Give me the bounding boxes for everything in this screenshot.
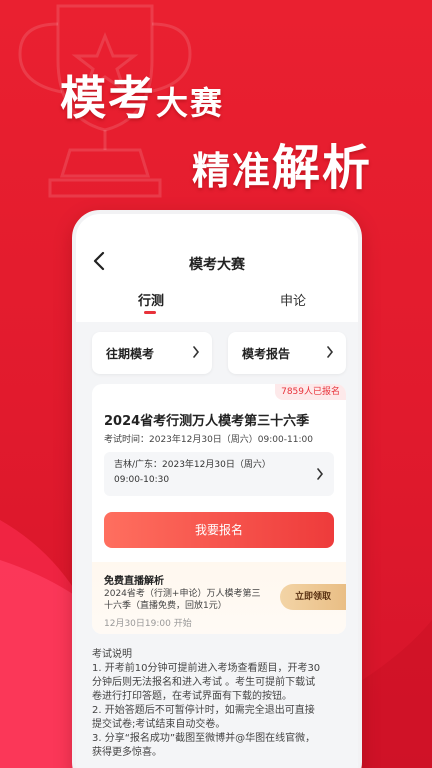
notes-heading: 考试说明 bbox=[92, 649, 132, 660]
past-exams-button[interactable]: 往期模考 bbox=[92, 332, 212, 374]
chevron-right-icon bbox=[193, 346, 200, 358]
promo-line2-small: 精准 bbox=[192, 148, 273, 193]
promo-line2-big: 解析 bbox=[272, 140, 373, 196]
region-schedule-row[interactable]: 吉林/广东：2023年12月30日（周六） 09:00-10:30 bbox=[104, 452, 334, 496]
promo-line1-small: 大赛 bbox=[156, 84, 225, 122]
active-tab-indicator bbox=[144, 311, 156, 314]
promo-headline: 模考大赛 bbox=[60, 62, 224, 128]
live-desc-line1: 2024省考（行测+申论）万人模考第三 bbox=[104, 589, 261, 599]
notes-line: 1. 开考前10分钟可提前进入考场查看题目，开考30 bbox=[92, 663, 321, 674]
past-exams-label: 往期模考 bbox=[106, 347, 155, 361]
live-desc-line2: 十六季（直播免费，回放1元） bbox=[104, 601, 227, 611]
exam-report-label: 模考报告 bbox=[242, 347, 291, 361]
chevron-right-icon bbox=[327, 346, 334, 358]
exam-notes: 考试说明 1. 开考前10分钟可提前进入考场查看题目，开考30 分钟后则无法报名… bbox=[92, 648, 346, 760]
notes-line: 获得更多惊喜。 bbox=[92, 747, 162, 758]
tab-shenlun[interactable]: 申论 bbox=[280, 290, 306, 309]
region-schedule-text: 吉林/广东：2023年12月30日（周六） 09:00-10:30 bbox=[114, 458, 314, 488]
region-line2: 09:00-10:30 bbox=[114, 475, 170, 485]
exam-card: 7859人已报名 2024省考行测万人模考第三十六季 考试时间：2023年12月… bbox=[92, 384, 346, 634]
tab-xingce[interactable]: 行测 bbox=[138, 290, 164, 309]
exam-report-button[interactable]: 模考报告 bbox=[228, 332, 346, 374]
region-line1: 吉林/广东：2023年12月30日（周六） bbox=[114, 460, 271, 470]
app-screen: 模考大赛 行测 申论 往期模考 模考报告 7859人已报名 2024省考行测万人… bbox=[76, 214, 358, 768]
promo-banner: 模考大赛 精准解析 bbox=[0, 0, 432, 200]
notes-line: 3. 分享“报名成功”截图至微博并@华图在线官微， bbox=[92, 733, 316, 744]
live-time: 12月30日19:00 开始 bbox=[104, 619, 192, 629]
signup-button[interactable]: 我要报名 bbox=[104, 512, 334, 548]
live-title: 免费直播解析 bbox=[104, 576, 164, 587]
live-description: 2024省考（行测+申论）万人模考第三 十六季（直播免费，回放1元） bbox=[104, 588, 264, 612]
live-analysis-section: 免费直播解析 2024省考（行测+申论）万人模考第三 十六季（直播免费，回放1元… bbox=[92, 562, 346, 634]
notes-line: 2. 开始答题后不可暂停计时，如需完全退出可直接 bbox=[92, 705, 315, 716]
notes-line: 卷进行打印答题，在考试界面有下载的按钮。 bbox=[92, 691, 292, 702]
exam-time: 考试时间：2023年12月30日（周六）09:00-11:00 bbox=[104, 435, 313, 445]
signup-count-badge: 7859人已报名 bbox=[275, 384, 346, 400]
notes-line: 分钟后则无法报名和进入考试 。考生可提前下载试 bbox=[92, 677, 316, 688]
promo-subheadline: 精准解析 bbox=[192, 128, 372, 198]
promo-line1-big: 模考 bbox=[60, 71, 156, 125]
chevron-right-icon bbox=[317, 468, 324, 480]
notes-line: 提交试卷;考试结束自动交卷。 bbox=[92, 719, 226, 730]
exam-title: 2024省考行测万人模考第三十六季 bbox=[104, 414, 310, 429]
page-title: 模考大赛 bbox=[189, 257, 245, 273]
top-bar: 模考大赛 行测 申论 bbox=[76, 214, 358, 322]
claim-button[interactable]: 立即领取 bbox=[280, 584, 346, 610]
phone-frame: 模考大赛 行测 申论 往期模考 模考报告 7859人已报名 2024省考行测万人… bbox=[72, 210, 362, 768]
